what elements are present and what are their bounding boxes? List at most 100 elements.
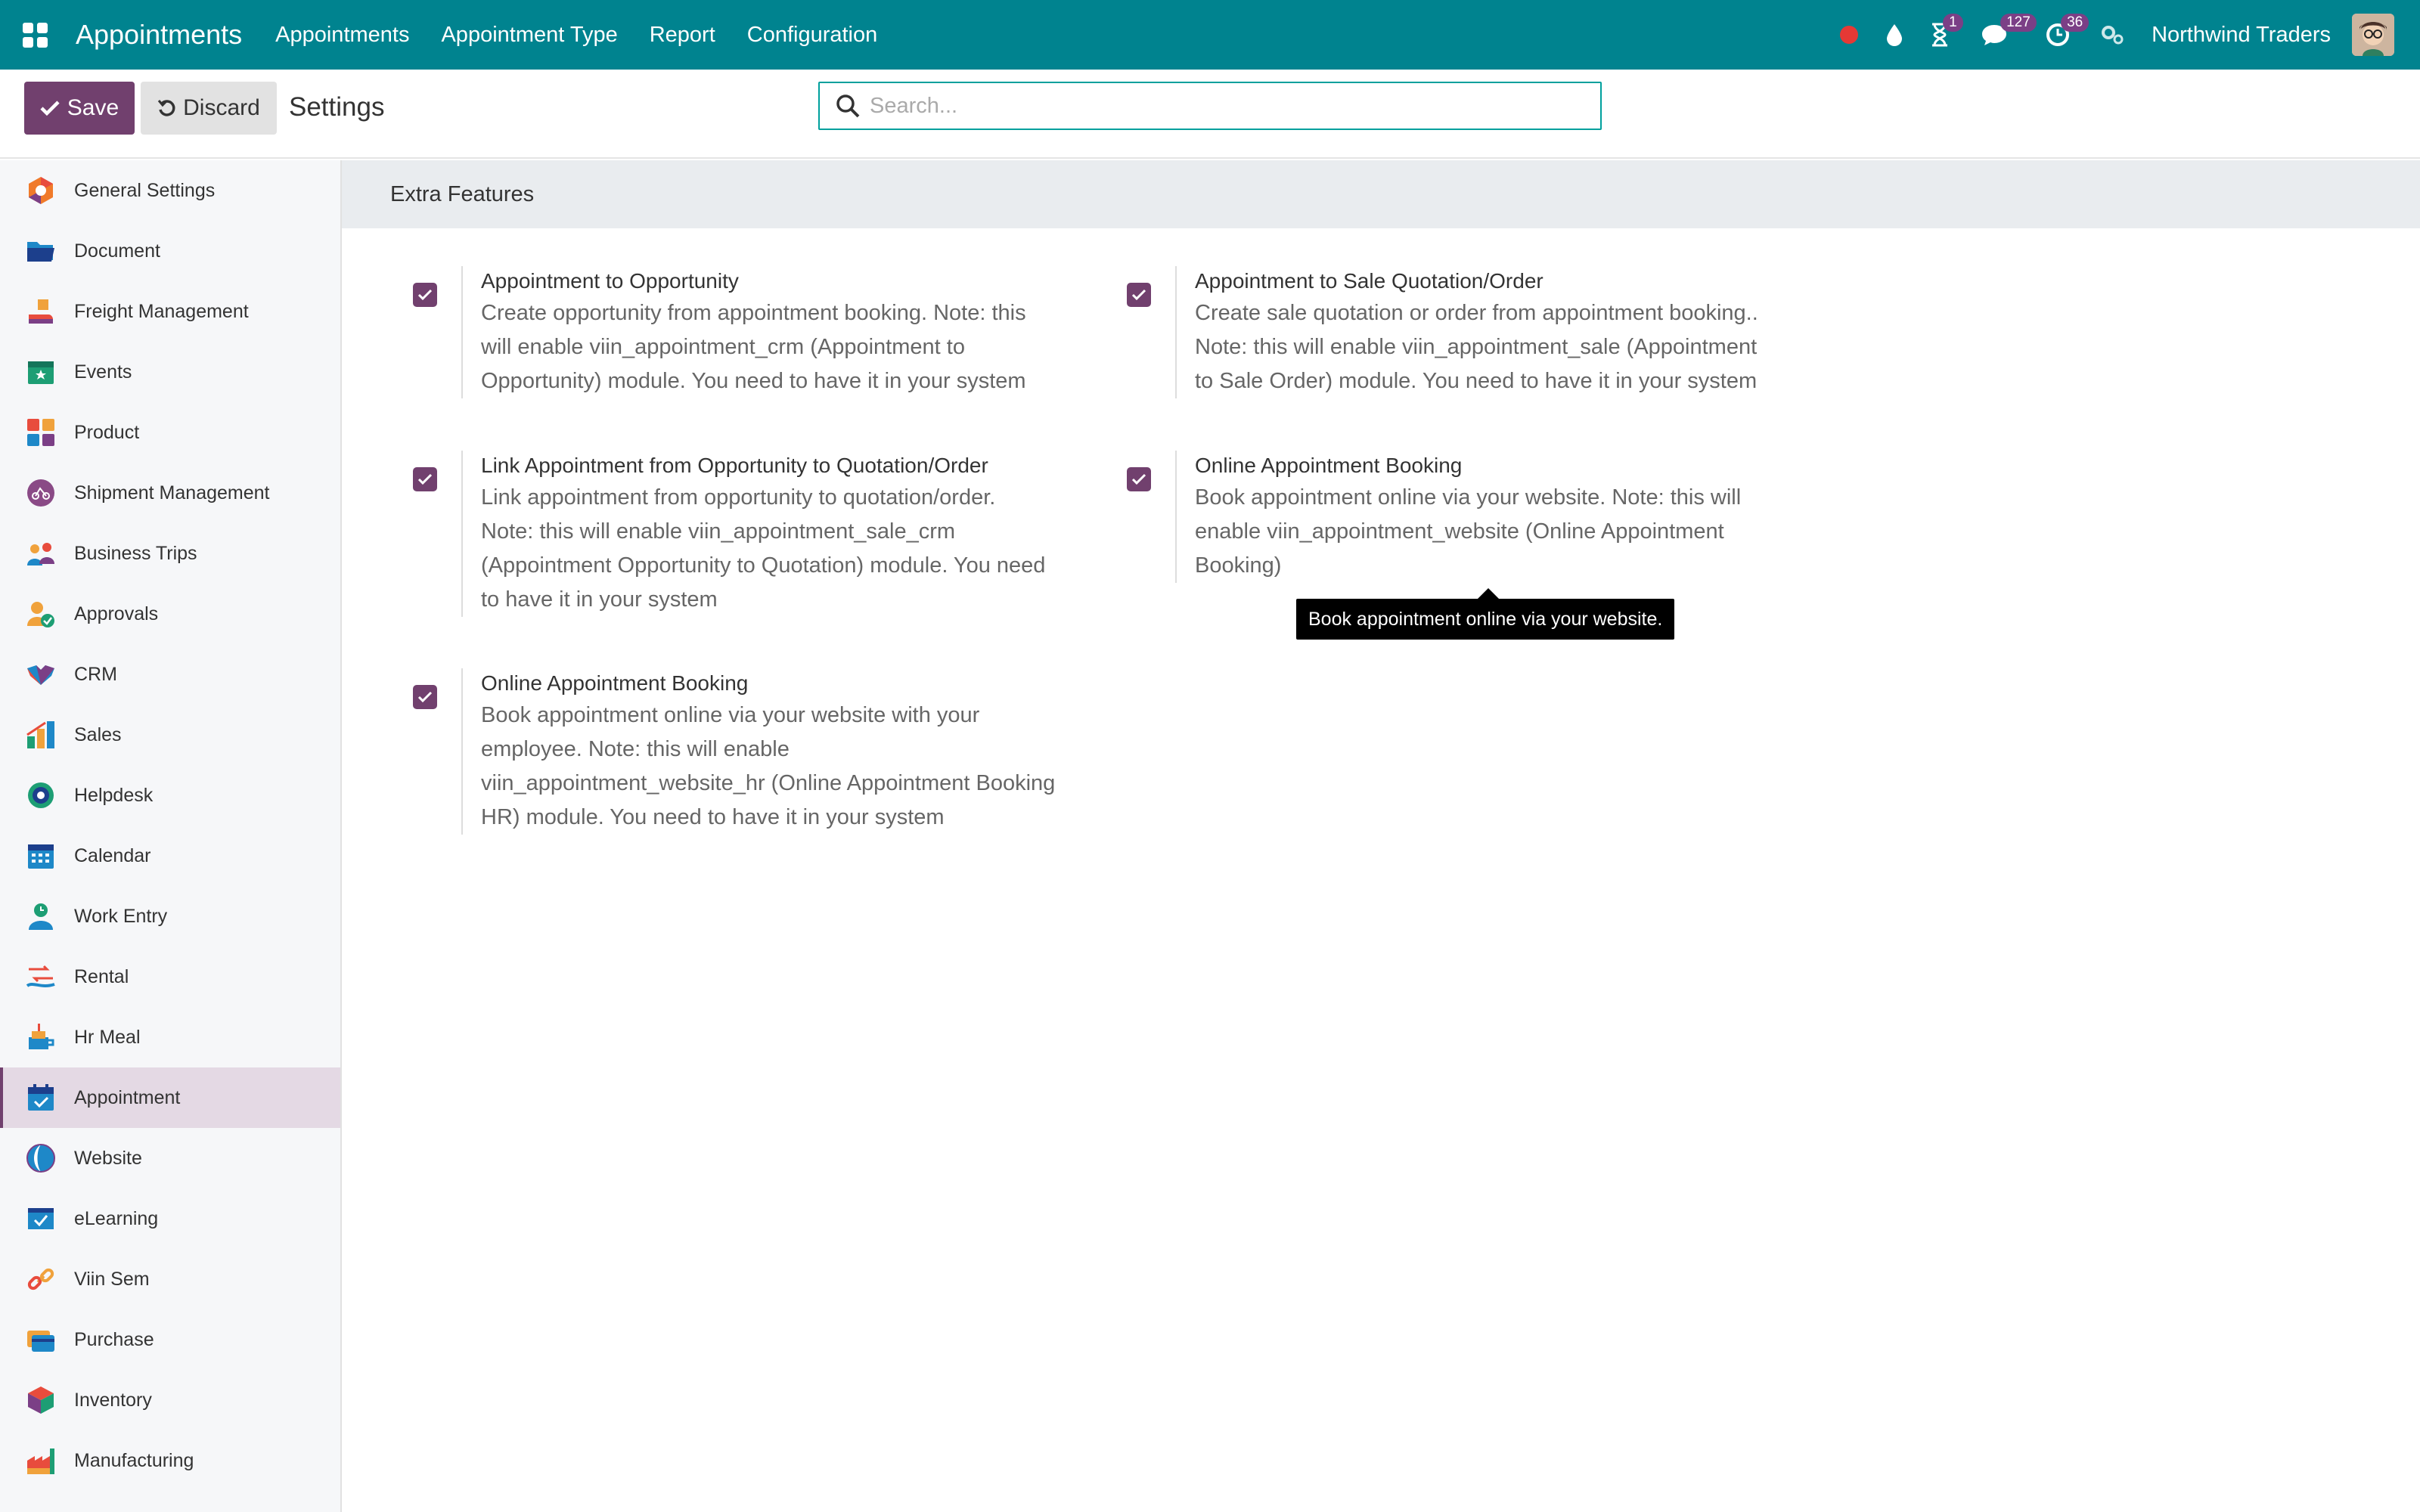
activity-icon[interactable]: 1: [1917, 0, 1963, 70]
sidebar-item-manufacturing[interactable]: Manufacturing: [0, 1430, 340, 1491]
checkbox[interactable]: [413, 467, 437, 491]
setting-desc-line: Note: this will enable viin_appointment_…: [481, 519, 956, 544]
setting-desc-line: Book appointment online via your website…: [1195, 485, 1742, 510]
sidebar-item-sales[interactable]: Sales: [0, 705, 340, 765]
tooltip: Book appointment online via your website…: [1296, 588, 1675, 640]
save-label: Save: [67, 95, 119, 120]
timer-icon[interactable]: 36: [2026, 0, 2090, 70]
sidebar-item-label: Shipment Management: [74, 482, 270, 503]
undo-icon: [157, 100, 175, 116]
work-entry-icon: [29, 903, 53, 930]
menu-configuration[interactable]: Configuration: [747, 23, 878, 48]
sidebar-item-website[interactable]: Website: [0, 1128, 340, 1188]
sidebar-item-label: Helpdesk: [74, 784, 154, 806]
checkbox[interactable]: [1127, 467, 1151, 491]
user-avatar[interactable]: [2352, 14, 2394, 56]
viin-sem-icon: [27, 1268, 54, 1290]
menu-appointment-type[interactable]: Appointment Type: [441, 23, 617, 48]
setting-description: Create opportunity from appointment book…: [481, 296, 1097, 398]
sidebar-item-label: Appointment: [74, 1086, 181, 1108]
company-switcher[interactable]: Northwind Traders: [2152, 23, 2331, 48]
menu-report[interactable]: Report: [650, 23, 715, 48]
sidebar-item-label: Business Trips: [74, 542, 197, 564]
checkbox[interactable]: [413, 283, 437, 307]
setting-link-appointment-opportunity-quotation: Link Appointment from Opportunity to Quo…: [413, 451, 1109, 624]
setting-title: Online Appointment Booking: [1195, 454, 1463, 477]
sidebar-item-viin-sem[interactable]: Viin Sem: [0, 1249, 340, 1309]
setting-desc-line: to Sale Order) module. You need to have …: [1195, 369, 1758, 393]
sidebar-item-general-settings[interactable]: General Settings: [0, 160, 340, 221]
sidebar-item-crm[interactable]: CRM: [0, 644, 340, 705]
shipment-icon: [27, 479, 54, 507]
setting-desc-line: to have it in your system: [481, 587, 718, 612]
sidebar-item-label: CRM: [74, 663, 117, 685]
checkbox[interactable]: [1127, 283, 1151, 307]
sidebar-item-label: General Settings: [74, 179, 216, 201]
save-button[interactable]: Save: [24, 82, 135, 135]
sidebar-item-inventory[interactable]: Inventory: [0, 1370, 340, 1430]
check-icon: [1131, 289, 1146, 301]
sidebar-item-product[interactable]: Product: [0, 402, 340, 463]
events-icon: [28, 361, 54, 384]
business-trips-icon: [27, 543, 54, 565]
discard-button[interactable]: Discard: [141, 82, 277, 135]
sidebar-item-document[interactable]: Document: [0, 221, 340, 281]
setting-desc-line: Note: this will enable viin_appointment_…: [1195, 335, 1758, 359]
recording-icon[interactable]: [1826, 0, 1872, 70]
setting-description: Book appointment online via your website…: [481, 699, 1097, 835]
rental-icon: [26, 965, 55, 987]
page-title: Settings: [289, 92, 385, 122]
helpdesk-icon: [28, 782, 54, 808]
sidebar-item-label: Website: [74, 1147, 142, 1169]
sidebar-item-shipment-management[interactable]: Shipment Management: [0, 463, 340, 523]
sidebar-item-label: Product: [74, 421, 140, 443]
setting-desc-line: will enable viin_appointment_crm (Appoin…: [481, 335, 965, 359]
sidebar-item-events[interactable]: Events: [0, 342, 340, 402]
sidebar-item-hr-meal[interactable]: Hr Meal: [0, 1007, 340, 1067]
sidebar-item-freight-management[interactable]: Freight Management: [0, 281, 340, 342]
website-icon: [26, 1144, 55, 1173]
sidebar-item-appointment[interactable]: Appointment: [0, 1067, 340, 1128]
gears-icon[interactable]: [2090, 0, 2135, 70]
setting-title: Appointment to Opportunity: [481, 269, 739, 293]
settings-content: Extra Features Appointment to Opportunit…: [342, 160, 2420, 1512]
setting-description: Book appointment online via your website…: [1195, 481, 1810, 583]
sidebar-item-business-trips[interactable]: Business Trips: [0, 523, 340, 584]
sidebar-item-work-entry[interactable]: Work Entry: [0, 886, 340, 947]
checkbox[interactable]: [413, 685, 437, 709]
top-navbar: Appointments Appointments Appointment Ty…: [0, 0, 2420, 70]
sidebar-item-label: Document: [74, 240, 160, 262]
systray: 1 127 36 Northwind Traders: [1826, 0, 2420, 70]
sidebar-item-helpdesk[interactable]: Helpdesk: [0, 765, 340, 826]
check-icon: [417, 289, 433, 301]
sidebar-item-label: Hr Meal: [74, 1026, 141, 1048]
search-input[interactable]: [870, 93, 1581, 119]
sidebar-item-label: eLearning: [74, 1207, 159, 1229]
drop-icon[interactable]: [1872, 0, 1917, 70]
setting-body: Appointment to Sale Quotation/Order Crea…: [1175, 266, 1810, 398]
setting-description: Link appointment from opportunity to quo…: [481, 481, 1097, 617]
sidebar-item-label: Work Entry: [74, 905, 168, 927]
setting-desc-line: Create opportunity from appointment book…: [481, 301, 1026, 325]
apps-menu-icon[interactable]: [0, 0, 70, 70]
sidebar-item-approvals[interactable]: Approvals: [0, 584, 340, 644]
menu-appointments[interactable]: Appointments: [275, 23, 409, 48]
sidebar-item-rental[interactable]: Rental: [0, 947, 340, 1007]
sidebar-item-calendar[interactable]: Calendar: [0, 826, 340, 886]
setting-body: Link Appointment from Opportunity to Quo…: [461, 451, 1097, 617]
setting-online-appointment-booking: Online Appointment Booking Book appointm…: [1127, 451, 1823, 594]
sidebar-item-purchase[interactable]: Purchase: [0, 1309, 340, 1370]
setting-desc-line: Link appointment from opportunity to quo…: [481, 485, 996, 510]
search-icon: [836, 94, 860, 118]
general-settings-icon: [29, 177, 53, 204]
activity-badge: 1: [1943, 14, 1963, 32]
sidebar-item-elearning[interactable]: eLearning: [0, 1188, 340, 1249]
messages-icon[interactable]: 127: [1962, 0, 2037, 70]
app-brand[interactable]: Appointments: [76, 19, 242, 51]
check-icon: [417, 691, 433, 703]
search-box[interactable]: [818, 82, 1602, 130]
freight-icon: [29, 299, 53, 324]
setting-description: Create sale quotation or order from appo…: [1195, 296, 1810, 398]
sales-icon: [26, 721, 54, 748]
check-icon: [1131, 473, 1146, 485]
